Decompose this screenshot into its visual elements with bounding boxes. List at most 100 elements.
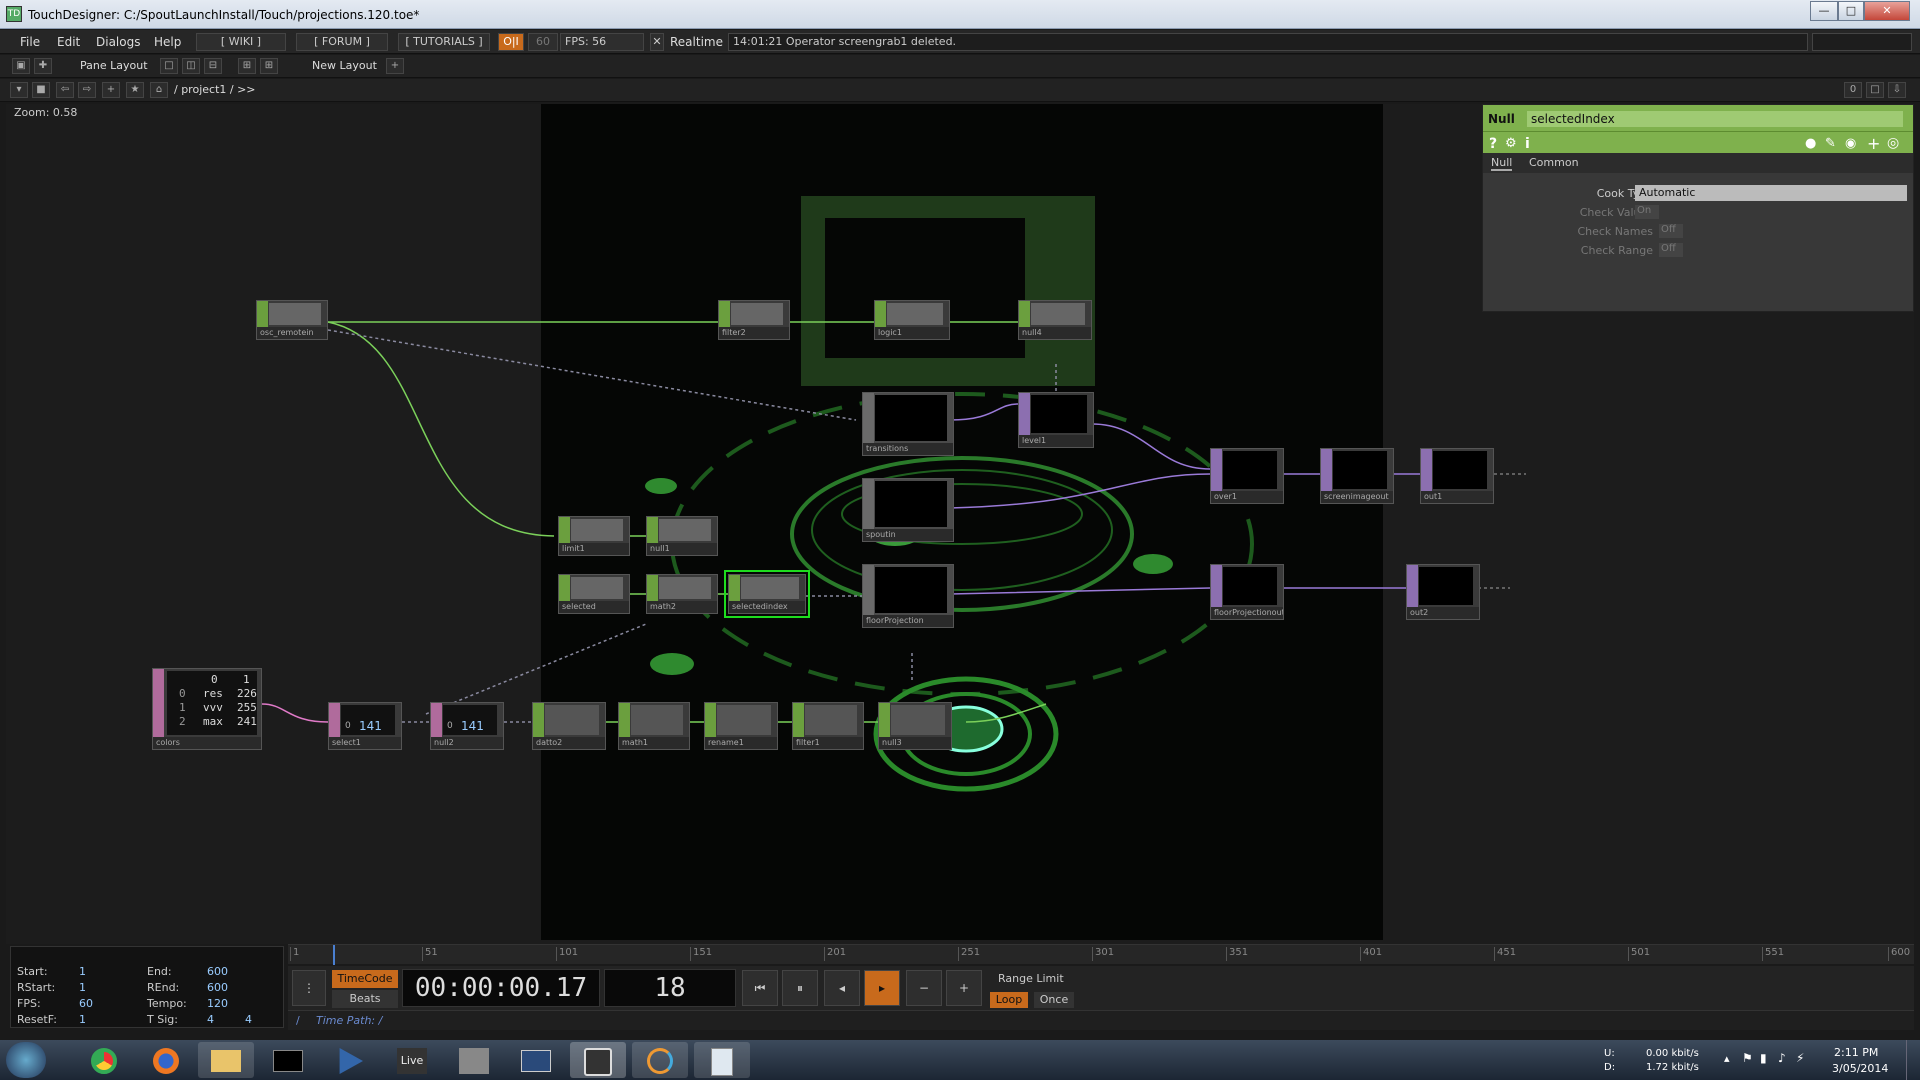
layout-single-icon[interactable]: □	[160, 58, 178, 74]
node-screenimageout[interactable]: screenimageout	[1320, 448, 1394, 504]
time-path[interactable]: Time Path: /	[316, 1014, 382, 1027]
menu-file[interactable]: File	[20, 35, 40, 49]
node-filter2[interactable]: filter2	[718, 300, 790, 340]
menu-edit[interactable]: Edit	[57, 35, 80, 49]
layout-vsplit-icon[interactable]: ◫	[182, 58, 200, 74]
node-out1[interactable]: out1	[1420, 448, 1494, 504]
stop-icon[interactable]: ■	[32, 82, 50, 98]
loop-toggle[interactable]: Loop	[990, 992, 1028, 1008]
spout-icon[interactable]	[632, 1042, 688, 1078]
touchdesigner-icon[interactable]	[570, 1042, 626, 1078]
pin-icon[interactable]: ✚	[34, 58, 52, 74]
layout-quad-icon[interactable]: ⊞	[260, 58, 278, 74]
window-app-icon[interactable]	[508, 1042, 564, 1078]
node-null2[interactable]: 0 141 null2	[430, 702, 504, 750]
ableton-live-icon[interactable]: Live	[384, 1042, 440, 1078]
menu-dialogs[interactable]: Dialogs	[96, 35, 140, 49]
help-icon[interactable]: ?	[1489, 136, 1497, 152]
node-null3[interactable]: null3	[878, 702, 952, 750]
window-icon[interactable]: □	[1866, 82, 1884, 98]
stat-value[interactable]: 120	[207, 997, 228, 1010]
python-help-icon[interactable]: ⚙	[1505, 136, 1517, 151]
stat-value[interactable]: 4	[207, 1013, 214, 1026]
maximize-button[interactable]: □	[1838, 1, 1864, 21]
oi-toggle[interactable]: O|I	[498, 33, 524, 51]
new-layout-label[interactable]: New Layout	[312, 59, 377, 72]
download-icon[interactable]: ⇩	[1888, 82, 1906, 98]
network-path[interactable]: / project1 / >>	[174, 83, 256, 96]
home-icon[interactable]: ⌂	[150, 82, 168, 98]
info-icon[interactable]: i	[1525, 136, 1530, 152]
flag-icon[interactable]: ⚑	[1742, 1051, 1753, 1065]
node-datto2[interactable]: datto2	[532, 702, 606, 750]
node-null1[interactable]: null1	[646, 516, 718, 556]
stat-value[interactable]: 600	[207, 965, 228, 978]
stat-value[interactable]: 1	[79, 1013, 86, 1026]
firefox-icon[interactable]	[138, 1042, 194, 1078]
star-icon[interactable]: ★	[126, 82, 144, 98]
stat-value[interactable]: 60	[79, 997, 93, 1010]
back-icon[interactable]: ⇦	[56, 82, 74, 98]
network-icon[interactable]: ▮	[1760, 1051, 1767, 1065]
node-floorprojectionout[interactable]: floorProjectionout	[1210, 564, 1284, 620]
target-icon[interactable]: ◎	[1887, 135, 1899, 151]
layout-hsplit-icon[interactable]: ⊟	[204, 58, 222, 74]
power-icon[interactable]: ⚡	[1796, 1051, 1804, 1065]
check-names-toggle[interactable]: Off	[1659, 224, 1683, 238]
transport-menu-icon[interactable]: ⋮	[292, 970, 326, 1006]
tab-common[interactable]: Common	[1529, 156, 1579, 169]
node-colors[interactable]: 0 1 0 res 226 1 vvv 255 2 max 241 colors	[152, 668, 262, 750]
node-math2[interactable]: math2	[646, 574, 718, 614]
check-values-toggle[interactable]: On	[1635, 205, 1659, 219]
chrome-icon[interactable]	[76, 1042, 132, 1078]
play-icon[interactable]: ▸	[864, 970, 900, 1006]
add-icon[interactable]: +	[1867, 134, 1880, 153]
frame-display[interactable]: 18	[604, 969, 736, 1007]
fps-cap[interactable]: 60	[528, 33, 558, 51]
timecode-display[interactable]: 00:00:00.17	[402, 969, 600, 1007]
explorer-icon[interactable]	[198, 1042, 254, 1078]
check-range-toggle[interactable]: Off	[1659, 243, 1683, 257]
cmd-icon[interactable]	[260, 1042, 316, 1078]
edit-icon[interactable]: ✎	[1825, 136, 1836, 151]
node-level1[interactable]: level1	[1018, 392, 1094, 448]
minus-icon[interactable]: −	[906, 970, 942, 1006]
start-button[interactable]	[6, 1042, 46, 1078]
node-null4[interactable]: null4	[1018, 300, 1092, 340]
node-limit1[interactable]: limit1	[558, 516, 630, 556]
realtime-checkbox[interactable]: ✕	[650, 33, 664, 51]
pause-icon[interactable]: ⏸	[782, 970, 818, 1006]
volume-icon[interactable]: ♪	[1778, 1051, 1786, 1065]
operator-name-field[interactable]: selectedIndex	[1527, 111, 1903, 127]
add-layout-icon[interactable]: +	[386, 58, 404, 74]
node-selected[interactable]: selected	[558, 574, 630, 614]
menu-help[interactable]: Help	[154, 35, 181, 49]
step-back-icon[interactable]: ◂	[824, 970, 860, 1006]
tutorials-button[interactable]: [ TUTORIALS ]	[398, 33, 490, 51]
node-logic1[interactable]: logic1	[874, 300, 950, 340]
add-icon[interactable]: +	[102, 82, 120, 98]
python-icon[interactable]: ◉	[1845, 136, 1856, 151]
stat-value[interactable]: 600	[207, 981, 228, 994]
close-button[interactable]: ✕	[1864, 1, 1910, 21]
node-rename1[interactable]: rename1	[704, 702, 778, 750]
media-player-icon[interactable]	[322, 1042, 378, 1078]
wiki-button[interactable]: [ WIKI ]	[196, 33, 286, 51]
clock-date[interactable]: 3/05/2014	[1832, 1062, 1888, 1075]
node-spoutin[interactable]: spoutin	[862, 478, 954, 542]
clock-time[interactable]: 2:11 PM	[1834, 1046, 1878, 1059]
timecode-toggle[interactable]: TimeCode	[332, 970, 398, 988]
show-desktop-button[interactable]	[1906, 1040, 1920, 1080]
forward-icon[interactable]: ⇨	[78, 82, 96, 98]
node-math1[interactable]: math1	[618, 702, 690, 750]
rewind-icon[interactable]: ⏮	[742, 970, 778, 1006]
calculator-icon[interactable]	[694, 1042, 750, 1078]
app-icon-gray[interactable]	[446, 1042, 502, 1078]
layout-triple-icon[interactable]: ⊞	[238, 58, 256, 74]
node-osc-remotein[interactable]: osc_remotein	[256, 300, 328, 340]
node-over1[interactable]: over1	[1210, 448, 1284, 504]
cook-type-select[interactable]: Automatic	[1635, 185, 1907, 201]
comment-icon[interactable]: ●	[1805, 136, 1816, 151]
node-floorprojection[interactable]: floorProjection	[862, 564, 954, 628]
tab-null[interactable]: Null	[1491, 156, 1513, 171]
